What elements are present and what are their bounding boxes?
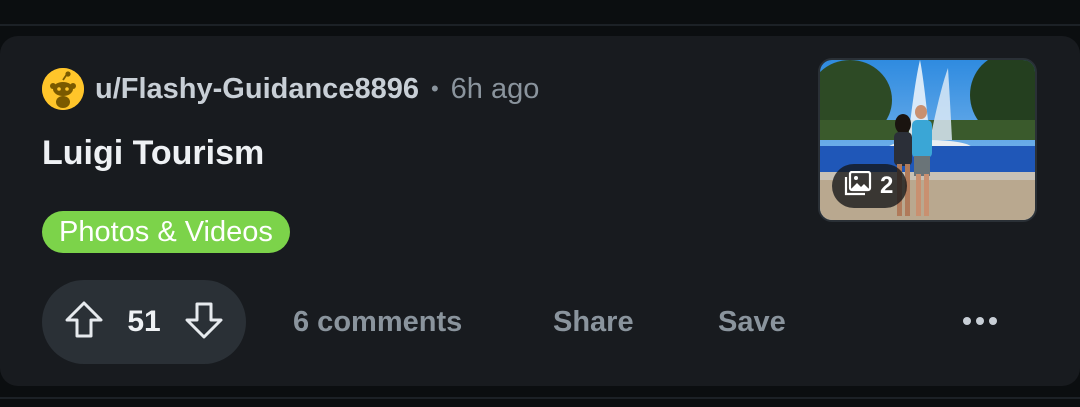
post-author[interactable]: u/Flashy-Guidance8896 — [95, 73, 419, 106]
feed-divider-top — [0, 24, 1080, 26]
post-title[interactable]: Luigi Tourism — [42, 134, 264, 173]
reddit-snoo-icon[interactable] — [42, 68, 84, 110]
vote-count: 51 — [127, 305, 161, 338]
feed-page: u/Flashy-Guidance8896 • 6h ago Luigi Tou… — [0, 0, 1080, 407]
post-header: u/Flashy-Guidance8896 • 6h ago — [42, 68, 539, 110]
feed-divider-bottom — [0, 397, 1080, 399]
meta-separator: • — [430, 76, 439, 101]
gallery-badge: 2 — [832, 164, 908, 208]
post-thumbnail[interactable]: 2 — [818, 58, 1037, 222]
vote-control: 51 — [42, 280, 246, 364]
upvote-arrow-icon[interactable] — [64, 300, 104, 345]
more-options-icon[interactable] — [960, 306, 1000, 336]
comments-button[interactable]: 6 comments — [293, 302, 462, 342]
post-card[interactable]: u/Flashy-Guidance8896 • 6h ago Luigi Tou… — [0, 36, 1080, 386]
share-button[interactable]: Share — [553, 302, 634, 342]
save-button[interactable]: Save — [718, 302, 786, 342]
post-timestamp: 6h ago — [450, 72, 540, 105]
gallery-count: 2 — [880, 172, 894, 199]
post-flair[interactable]: Photos & Videos — [42, 211, 290, 253]
gallery-icon — [844, 170, 872, 202]
downvote-arrow-icon[interactable] — [184, 300, 224, 345]
